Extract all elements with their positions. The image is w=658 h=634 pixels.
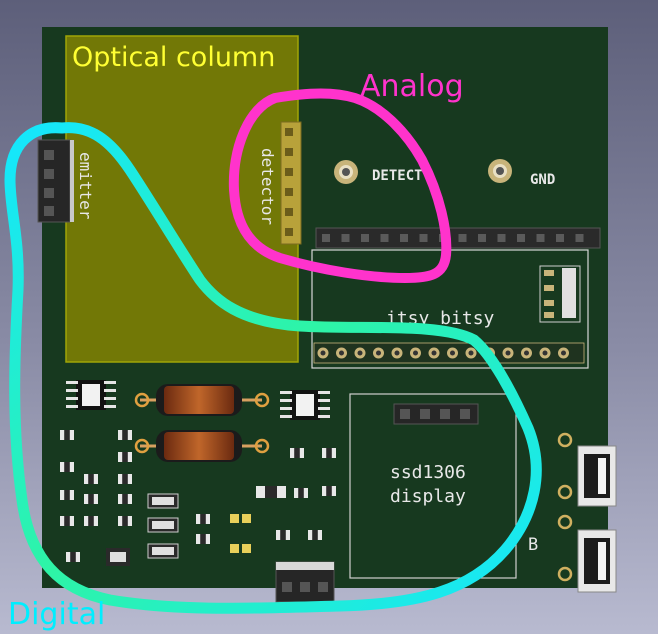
header-pin (322, 234, 330, 242)
pad-hole (376, 350, 381, 356)
header-pin (361, 234, 369, 242)
sot-part (147, 543, 179, 559)
header-pin (341, 234, 350, 242)
smd-part (118, 516, 132, 526)
header-pin (556, 234, 564, 242)
smd-part (290, 448, 304, 458)
smd-part (118, 474, 132, 484)
display-label-line1: ssd1306 (390, 462, 466, 483)
pad-hole (542, 350, 548, 356)
smd-part (118, 430, 132, 440)
pcb-render: emitter detector DETECT GND itsy bitsy s… (4, 27, 617, 632)
header-pin (458, 234, 467, 242)
sot-part (147, 517, 179, 533)
pad-hole (450, 350, 455, 356)
header-pin (478, 234, 486, 242)
smd-part (84, 494, 98, 504)
transistor (106, 548, 130, 566)
header-pin (536, 234, 545, 242)
smd-part (60, 490, 74, 500)
gold-pad (242, 544, 251, 553)
pad-hole (394, 350, 400, 356)
optical-column-label: Optical column (72, 42, 275, 73)
gnd-label: GND (530, 172, 555, 188)
pad-hole (320, 350, 326, 356)
display-label-line2: display (390, 486, 466, 507)
detect-label: DETECT (372, 168, 423, 184)
smd-part (84, 516, 98, 526)
smd-part (276, 530, 290, 540)
digital-label: Digital (8, 597, 105, 632)
pad-hole (468, 350, 474, 356)
detector-connector (280, 121, 302, 245)
pad-hole (561, 350, 566, 356)
emitter-connector (37, 139, 74, 223)
gnd-testpoint (488, 159, 512, 183)
analog-label: Analog (360, 69, 464, 104)
header-pin (419, 234, 428, 242)
smd-part (118, 494, 132, 504)
smd-part (196, 534, 210, 544)
display-header (393, 403, 479, 425)
detector-label: detector (258, 148, 277, 225)
pad-hole (339, 350, 344, 356)
emitter-label: emitter (76, 152, 95, 220)
detect-testpoint (334, 160, 358, 184)
smd-part (66, 552, 80, 562)
header-pin (497, 234, 506, 242)
corner-b-label: B (528, 535, 538, 555)
smd-part (196, 514, 210, 524)
smd-part (118, 452, 132, 462)
header-pin (380, 234, 389, 242)
smd-part (256, 486, 286, 498)
smd-part (322, 448, 336, 458)
smd-part (308, 530, 322, 540)
smd-part (60, 462, 74, 472)
smd-part (60, 516, 74, 526)
bottom-header (275, 561, 335, 603)
gold-pad (230, 544, 239, 553)
header-pin (400, 234, 408, 242)
pad-hole (413, 350, 418, 356)
smd-part (60, 430, 74, 440)
smd-part (84, 474, 98, 484)
smd-part (322, 486, 336, 496)
gold-pad (242, 514, 251, 523)
header-pin (517, 234, 525, 242)
header-pin (575, 234, 584, 242)
pad-hole (505, 350, 511, 356)
gold-pad (230, 514, 239, 523)
smd-part (294, 488, 308, 498)
pad-hole (431, 350, 437, 356)
pad-hole (357, 350, 363, 356)
pad-hole (524, 350, 529, 356)
sot-part (147, 493, 179, 509)
